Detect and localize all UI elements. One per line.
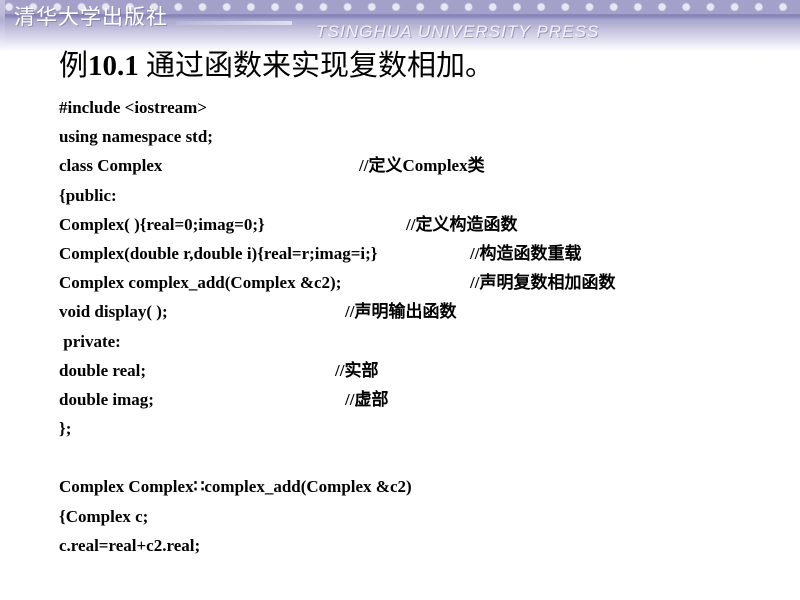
code-line-text: private: <box>59 331 121 351</box>
header-banner: 清华大学出版社 TSINGHUA UNIVERSITY PRESS <box>0 0 800 52</box>
code-line: }; <box>59 414 789 443</box>
publisher-logo-english: TSINGHUA UNIVERSITY PRESS <box>316 22 600 41</box>
slide-title-prefix: 例 <box>59 50 89 82</box>
code-line-text: Complex complex_add(Complex &c2); <box>59 273 342 293</box>
code-listing: #include <iostream> using namespace std; c… <box>59 93 789 560</box>
code-line-comment: //定义Complex类 <box>359 156 485 176</box>
code-line: #include <iostream> <box>59 93 789 122</box>
code-line-comment: //定义构造函数 <box>406 214 518 234</box>
code-line-text: double real; <box>59 360 147 380</box>
code-line: Complex( ){real=0;imag=0;} //定义构造函数 <box>59 210 789 239</box>
code-line-comment: //声明复数相加函数 <box>470 273 616 293</box>
code-line: {public: <box>59 181 789 210</box>
publisher-logo-chinese: 清华大学出版社 <box>14 5 168 29</box>
code-line-comment: //实部 <box>335 360 379 380</box>
code-line-text: using namespace std; <box>59 127 213 147</box>
code-line: private: <box>59 327 789 356</box>
slide-title-rest: 通过函数来实现复数相加。 <box>138 50 495 82</box>
code-line-text: Complex(double r,double i){real=r;imag=i… <box>59 243 378 263</box>
code-line: double imag; //虚部 <box>59 385 789 414</box>
code-line-text: class Complex <box>59 156 163 176</box>
code-line-text: }; <box>59 419 72 439</box>
code-line: Complex Complex∷complex_add(Complex &c2) <box>59 472 789 501</box>
code-line-text: Complex Complex∷complex_add(Complex &c2) <box>59 477 412 497</box>
code-line-text: Complex( ){real=0;imag=0;} <box>59 214 265 234</box>
code-line-text: {Complex c; <box>59 506 149 526</box>
code-line: Complex(double r,double i){real=r;imag=i… <box>59 239 789 268</box>
code-line: c.real=real+c2.real; <box>59 531 789 560</box>
banner-accent-bar <box>176 21 292 25</box>
code-line-text: c.real=real+c2.real; <box>59 535 201 555</box>
banner-left-edge-highlight <box>0 0 5 52</box>
code-line: {Complex c; <box>59 502 789 531</box>
code-line-text: #include <iostream> <box>59 98 207 117</box>
code-line: class Complex //定义Complex类 <box>59 151 789 180</box>
code-line: using namespace std; <box>59 122 789 151</box>
code-line: void display( ); //声明输出函数 <box>59 297 789 326</box>
code-line-text: void display( ); <box>59 302 168 322</box>
code-line: double real; //实部 <box>59 356 789 385</box>
code-line-comment: //构造函数重载 <box>470 243 582 263</box>
code-line-comment: //声明输出函数 <box>345 302 457 322</box>
code-line: Complex complex_add(Complex &c2); //声明复数相… <box>59 268 789 297</box>
slide-title-number: 10.1 <box>88 50 139 82</box>
code-line-text: double imag; <box>59 389 154 409</box>
code-line-text: {public: <box>59 185 117 205</box>
slide-title: 例10.1 通过函数来实现复数相加。 <box>59 50 494 83</box>
code-line-comment: //虚部 <box>345 389 389 409</box>
